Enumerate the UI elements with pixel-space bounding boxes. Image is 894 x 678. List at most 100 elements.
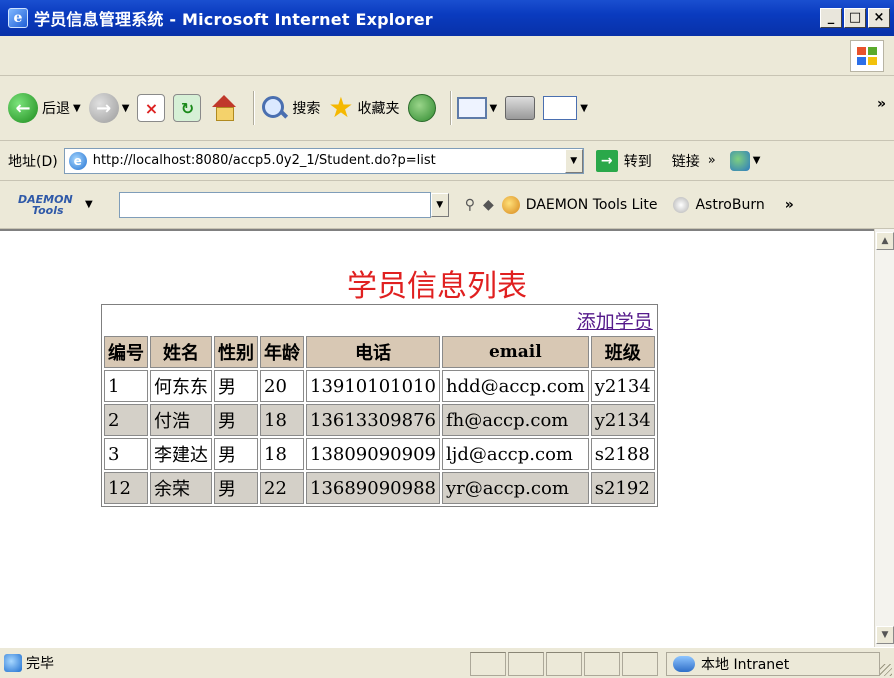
status-pane [546,652,582,676]
cell-age: 18 [260,404,304,436]
print-button[interactable] [505,96,536,120]
forward-arrow-icon: → [88,93,119,123]
refresh-button[interactable]: ↻ [173,94,202,122]
window-title: 学员信息管理系统 - Microsoft Internet Explorer [34,10,433,29]
messenger-icon[interactable] [729,150,750,171]
cell-class: s2192 [590,472,655,504]
cell-age: 20 [260,370,304,402]
page-content: 学员信息列表 添加学员 编号 姓名 性别 年龄 电话 email 班级 1 何东… [0,229,874,647]
printer-icon [505,96,536,120]
student-table: 添加学员 编号 姓名 性别 年龄 电话 email 班级 1 何东东 男 20 … [101,304,658,507]
daemon-dropdown-button[interactable]: ▼ [430,192,449,217]
daemon-logo: DAEMON Tools [18,192,73,217]
cell-gender: 男 [214,472,258,504]
column-header: 性别 [214,336,258,368]
astroburn-button[interactable]: AstroBurn [695,197,764,213]
minimize-button[interactable]: _ [820,8,842,28]
favorites-label: 收藏夹 [357,101,400,117]
status-pane [584,652,620,676]
search-icon [260,94,288,122]
status-bar: 完毕 本地 Intranet [0,647,894,678]
chevron-down-icon: ▼ [121,102,130,114]
title-bar: e 学员信息管理系统 - Microsoft Internet Explorer… [0,0,894,36]
home-button[interactable] [209,93,239,123]
stop-button[interactable]: × [137,94,166,122]
cell-email: hdd@accp.com [441,370,589,402]
chevron-down-icon: ▼ [73,102,81,114]
table-row: 2 付浩 男 18 13613309876 fh@accp.com y2134 [104,404,655,436]
cell-phone: 13689090988 [306,472,440,504]
cell-id: 2 [104,404,148,436]
go-button[interactable]: → 转到 [595,149,652,172]
scroll-down-button[interactable]: ▼ [876,626,894,644]
astroburn-icon [673,196,690,213]
column-header: 班级 [590,336,655,368]
vertical-scrollbar[interactable]: ▲ ▼ [874,229,894,647]
daemon-toolbar: DAEMON Tools ▼ ▼ ⚲ ◆ DAEMON Tools Lite A… [0,181,894,229]
resize-grip[interactable] [880,664,892,676]
column-header: 电话 [306,336,440,368]
cell-phone: 13809090909 [306,438,440,470]
back-button[interactable]: ← 后退 ▼ [8,93,81,123]
chevron-down-icon[interactable]: ▼ [85,199,93,210]
address-bar: 地址(D) e http://localhost:8080/accp5.0y2_… [0,141,894,181]
daemon-overflow-chevron[interactable]: » [785,197,794,213]
status-panes [470,652,658,676]
table-row: 12 余荣 男 22 13689090988 yr@accp.com s2192 [104,472,655,504]
windows-logo-icon [850,40,884,72]
intranet-icon [673,656,695,672]
search-button[interactable]: 搜索 [260,94,320,122]
edit-button[interactable]: ▼ [543,96,588,120]
cell-email: fh@accp.com [441,404,589,436]
toolbar: ← 后退 ▼ → ▼ × ↻ 搜索 ★ 收藏夹 ▼ ▼ » [0,76,894,141]
toolbar-divider [253,91,255,125]
go-arrow-icon: → [595,149,618,172]
column-header: 姓名 [150,336,212,368]
star-icon: ★ [328,91,354,124]
mail-button[interactable]: ▼ [456,97,497,119]
cell-age: 18 [260,438,304,470]
cell-gender: 男 [214,404,258,436]
favorites-button[interactable]: ★ 收藏夹 [328,94,399,122]
history-button[interactable] [407,94,436,122]
diamond-icon: ◆ [482,196,494,213]
page-status-icon [4,654,22,672]
address-dropdown-button[interactable]: ▼ [564,148,583,173]
status-pane [508,652,544,676]
search-icon[interactable]: ⚲ [465,197,475,213]
toolbar-divider [449,91,451,125]
go-label: 转到 [623,153,652,170]
table-row: 3 李建达 男 18 13809090909 ljd@accp.com s218… [104,438,655,470]
toolbar-overflow-chevron[interactable]: » [877,96,886,112]
daemon-tools-button[interactable]: DAEMON Tools Lite [526,197,658,213]
links-label: 链接 [671,153,700,170]
security-zone[interactable]: 本地 Intranet [666,652,880,676]
scroll-up-button[interactable]: ▲ [876,232,894,250]
edit-page-icon [543,96,578,120]
page-icon: e [68,151,87,170]
add-row: 添加学员 [104,307,655,334]
menu-bar [0,36,894,76]
status-pane [622,652,658,676]
stop-icon: × [137,94,166,122]
address-input[interactable]: e http://localhost:8080/accp5.0y2_1/Stud… [63,147,584,174]
mail-icon [456,97,487,119]
close-button[interactable]: × [868,8,890,28]
status-pane [470,652,506,676]
chevron-down-icon[interactable]: ▼ [753,155,761,166]
forward-button[interactable]: → ▼ [88,93,130,123]
links-button[interactable]: 链接 » [672,151,716,171]
add-student-link[interactable]: 添加学员 [577,311,653,333]
cell-class: y2134 [590,370,655,402]
table-row: 1 何东东 男 20 13910101010 hdd@accp.com y213… [104,370,655,402]
maximize-button[interactable]: □ [844,8,866,28]
search-label: 搜索 [292,101,321,117]
daemon-search-input[interactable] [118,191,431,218]
ie-app-icon: e [8,8,28,28]
address-url[interactable]: http://localhost:8080/accp5.0y2_1/Studen… [93,153,565,168]
column-header: 年龄 [260,336,304,368]
cell-email: ljd@accp.com [441,438,589,470]
cell-name: 余荣 [150,472,212,504]
cell-id: 3 [104,438,148,470]
page-title: 学员信息列表 [347,269,527,304]
